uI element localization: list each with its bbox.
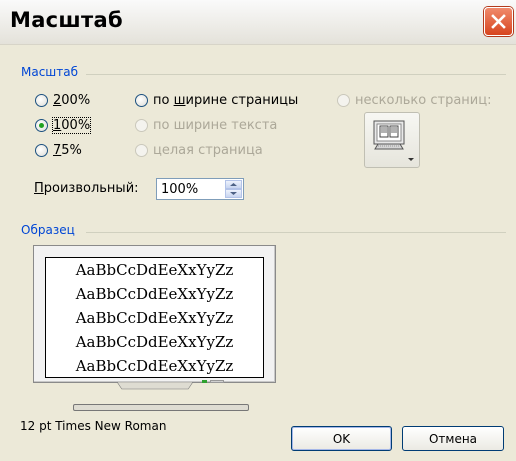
ok-button[interactable]: OK [291,426,392,451]
radio-label-200: 200% [53,92,91,108]
radio-label-page-width: по ширине страницы [153,92,299,108]
group-separator [86,74,506,75]
monitor-base [73,404,249,411]
spin-down-button[interactable] [225,189,242,198]
window-title: Масштаб [10,8,123,32]
monitor-pages-icon [373,120,414,161]
radio-label-many-pages: несколько страниц: [355,92,492,108]
zoom-group-label: Масштаб [21,65,85,79]
radio-circle[interactable] [135,143,148,157]
radio-label-75: 75% [53,142,82,158]
sample-line: AaBbCcDdEeXxYyZz [75,333,234,351]
radio-circle[interactable] [135,118,148,132]
custom-zoom-spinner[interactable] [156,178,244,200]
sample-line: AaBbCcDdEeXxYyZz [75,285,234,303]
pages-picker-button[interactable] [364,112,420,168]
sample-line: AaBbCcDdEeXxYyZz [75,357,234,375]
radio-text-width[interactable]: по ширине текста [135,116,277,134]
sample-text-area: AaBbCcDdEeXxYyZz AaBbCcDdEeXxYyZz AaBbCc… [45,257,264,378]
radio-label-100: 100% [51,116,92,134]
cancel-button[interactable]: Отмена [402,426,504,451]
radio-zoom-75[interactable]: 75% [35,141,82,159]
spin-up-button[interactable] [225,180,242,189]
custom-zoom-input[interactable] [159,180,223,198]
close-icon [491,14,506,29]
zoom-dialog: Масштаб Масштаб 200% 100% 75% по ширине … [0,0,516,461]
radio-page-width[interactable]: по ширине страницы [135,91,298,109]
title-bar[interactable]: Масштаб [0,0,516,45]
radio-circle[interactable] [135,93,148,107]
radio-circle[interactable] [337,93,350,107]
group-separator [86,232,506,233]
spin-down-icon [230,192,237,195]
spin-up-icon [230,183,237,186]
radio-circle[interactable] [35,143,48,157]
custom-zoom-label: Произвольный: [34,181,139,196]
radio-whole-page[interactable]: целая страница [135,141,263,159]
spin-arrows [225,180,242,198]
radio-label-text-width: по ширине текста [153,117,278,133]
monitor-preview: AaBbCcDdEeXxYyZz AaBbCcDdEeXxYyZz AaBbCc… [33,245,276,383]
font-info-text: 12 pt Times New Roman [20,419,167,433]
sample-group-label: Образец [21,223,81,237]
sample-line: AaBbCcDdEeXxYyZz [75,261,234,279]
close-button[interactable] [484,7,513,36]
monitor-stand [116,382,194,390]
radio-circle[interactable] [35,93,48,107]
radio-zoom-200[interactable]: 200% [35,91,90,109]
radio-label-whole-page: целая страница [153,142,263,158]
radio-zoom-100[interactable]: 100% [35,116,92,134]
sample-line: AaBbCcDdEeXxYyZz [75,309,234,327]
radio-many-pages[interactable]: несколько страниц: [337,91,491,109]
radio-circle-checked[interactable] [35,118,48,132]
